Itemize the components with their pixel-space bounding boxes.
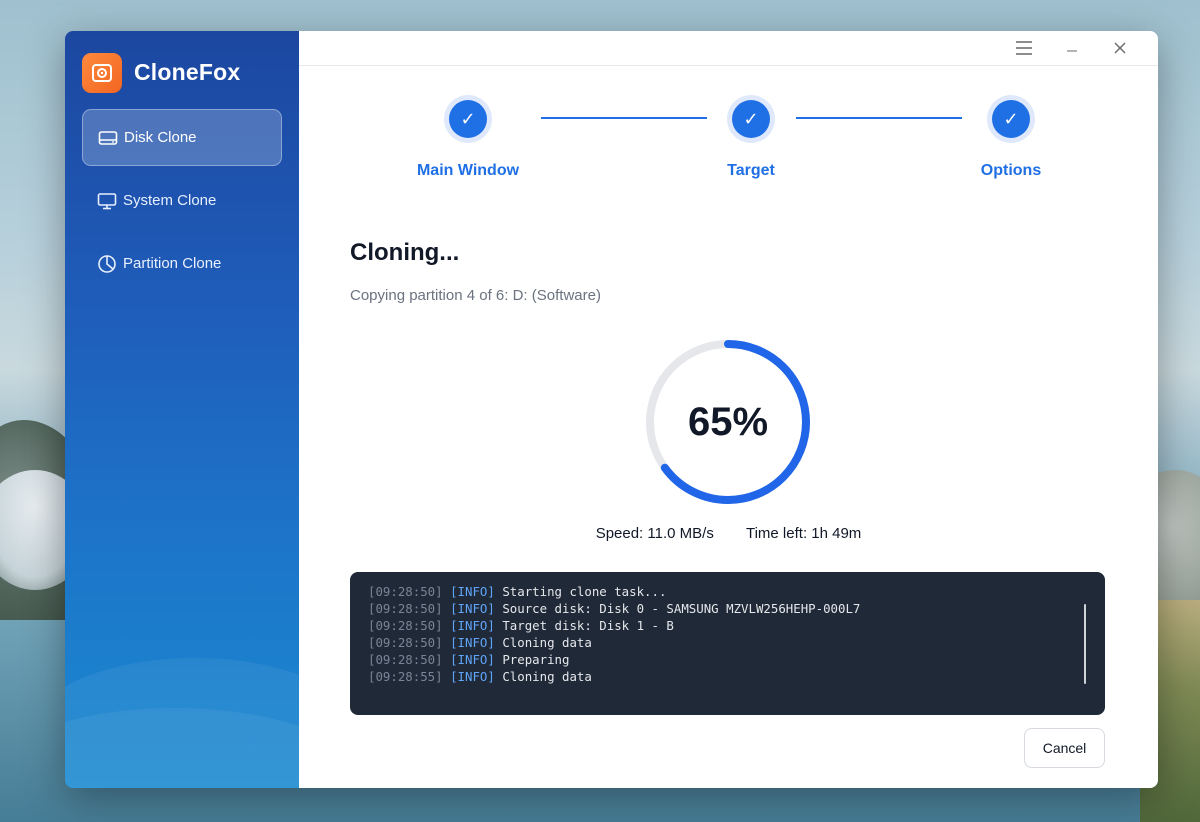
check-icon: ✓ [732,100,770,138]
sidebar-item-system-clone[interactable]: System Clone [82,172,282,229]
close-button[interactable] [1096,31,1144,66]
app-name: CloneFox [134,59,241,85]
log-level: [INFO] [450,617,495,633]
brand: CloneFox [65,31,299,101]
progress-stats: Speed: 11.0 MB/s Time left: 1h 49m [299,525,1158,542]
app-window: CloneFox Disk Clone System Clone Partiti… [65,31,1158,788]
step-label: Target [727,162,775,179]
menu-button[interactable] [1000,31,1048,66]
time-left-text: Time left: 1h 49m [745,525,862,542]
close-icon [1114,42,1126,54]
page-title: Cloning... [350,239,460,266]
step-circle: ✓ [444,95,492,143]
sidebar-nav: Disk Clone System Clone Partition Clone [65,109,299,292]
log-scrollbar[interactable] [1084,604,1086,684]
log-level: [INFO] [450,600,495,616]
pie-chart-icon [98,254,116,273]
log-line: [09:28:55] [INFO] Cloning data [368,669,1087,686]
log-level: [INFO] [450,634,495,650]
log-message: Target disk: Disk 1 - B [502,617,674,633]
log-timestamp: [09:28:50] [368,600,443,616]
log-message: Source disk: Disk 0 - SAMSUNG MZVLW256HE… [502,600,861,616]
log-console[interactable]: [09:28:50] [INFO] Starting clone task...… [350,572,1105,715]
step-indicator: ✓ Main Window ✓ Target ✓ Options [299,95,1158,215]
disk-icon [98,130,118,145]
cancel-button[interactable]: Cancel [1024,728,1105,768]
menu-icon [1016,41,1032,55]
sidebar: CloneFox Disk Clone System Clone Partiti… [65,31,299,788]
monitor-icon [97,192,117,209]
main-panel: ✓ Main Window ✓ Target ✓ Options Cloning… [299,31,1158,788]
speed-text: Speed: 11.0 MB/s [595,525,714,542]
step-target: ✓ Target [671,95,831,180]
minimize-icon [1067,50,1077,52]
log-timestamp: [09:28:50] [368,617,443,633]
sidebar-item-label: Partition Clone [123,255,222,272]
log-message: Preparing [502,651,570,667]
sidebar-item-label: System Clone [123,192,217,209]
log-level: [INFO] [450,584,495,599]
app-logo-icon [82,52,122,93]
log-line: [09:28:50] [INFO] Source disk: Disk 0 - … [368,601,1087,618]
log-timestamp: [09:28:50] [368,584,443,599]
log-message: Cloning data [502,634,592,650]
sidebar-item-partition-clone[interactable]: Partition Clone [82,235,282,292]
log-timestamp: [09:28:55] [368,668,443,684]
minimize-button[interactable] [1048,31,1096,66]
check-icon: ✓ [449,100,487,138]
log-line: [09:28:50] [INFO] Target disk: Disk 1 - … [368,618,1087,635]
step-circle: ✓ [987,95,1035,143]
step-circle: ✓ [727,95,775,143]
sidebar-item-label: Disk Clone [124,129,197,146]
check-icon: ✓ [992,100,1030,138]
step-options: ✓ Options [931,95,1091,180]
log-message: Starting clone task... [502,584,667,599]
step-label: Options [980,162,1042,179]
log-timestamp: [09:28:50] [368,651,443,667]
log-line: [09:28:50] [INFO] Preparing [368,652,1087,669]
progress-percent: 65% [687,399,769,444]
step-main-window: ✓ Main Window [388,95,548,180]
log-level: [INFO] [450,668,495,684]
progress-ring: 65% [643,337,813,507]
step-label: Main Window [416,162,520,179]
log-line: [09:28:50] [INFO] Starting clone task... [368,584,1087,601]
log-timestamp: [09:28:50] [368,634,443,650]
log-level: [INFO] [450,651,495,667]
title-bar [299,31,1158,66]
sidebar-item-disk-clone[interactable]: Disk Clone [82,109,282,166]
log-message: Cloning data [502,668,592,684]
progress-subtitle: Copying partition 4 of 6: D: (Software) [350,287,601,304]
log-lines: [09:28:50] [INFO] Starting clone task...… [368,584,1087,685]
sidebar-decoration [65,708,299,788]
log-line: [09:28:50] [INFO] Cloning data [368,635,1087,652]
